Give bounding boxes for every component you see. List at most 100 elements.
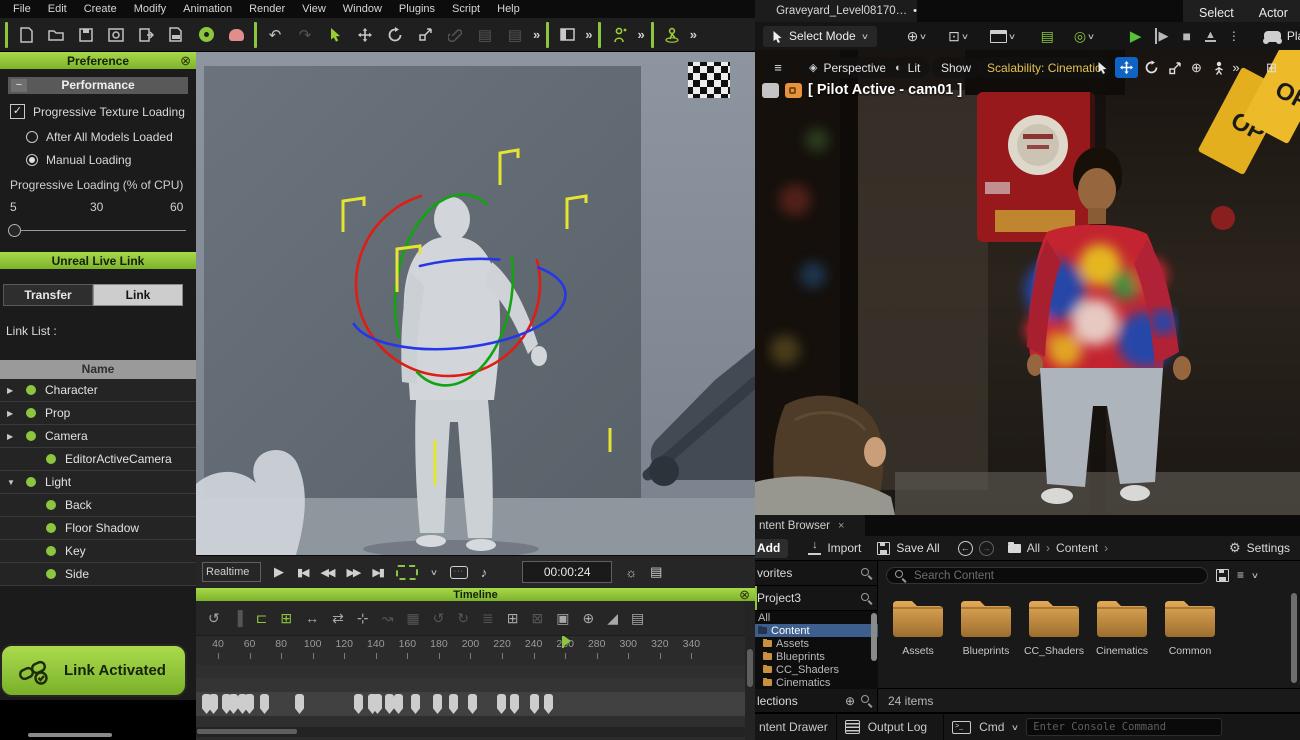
add-collection-icon[interactable]: ⊕ xyxy=(845,694,855,708)
save-all-label[interactable]: Save All xyxy=(896,541,939,555)
play-button[interactable]: ▶ xyxy=(274,564,284,580)
rotate-tool-icon[interactable] xyxy=(383,23,407,47)
show-dropdown[interactable]: Show xyxy=(931,57,981,78)
timeline-tool-icon[interactable]: ⊞ xyxy=(507,610,519,627)
keyframe-marker[interactable] xyxy=(530,694,539,714)
redo-icon[interactable]: ↷ xyxy=(293,23,317,47)
keyframe-marker[interactable] xyxy=(468,694,477,714)
tree-scrollbar-thumb[interactable] xyxy=(871,613,877,661)
keyframe-marker[interactable] xyxy=(354,694,363,714)
sequencer-button[interactable]: ▤ xyxy=(1041,28,1054,45)
tree-item-content[interactable]: Content xyxy=(755,624,878,637)
menu-create[interactable]: Create xyxy=(84,3,117,15)
ue-menu-select[interactable]: Select xyxy=(1199,6,1234,20)
checkbox-checked-icon[interactable]: ✓ xyxy=(10,104,25,119)
export-usd-icon[interactable] xyxy=(164,23,188,47)
content-manager-icon[interactable] xyxy=(104,23,128,47)
filter-icon[interactable]: ≡ xyxy=(1237,568,1244,582)
search-icon[interactable] xyxy=(861,568,872,579)
menu-render[interactable]: Render xyxy=(249,3,285,15)
panel-overflow-icon[interactable]: » xyxy=(585,27,592,42)
render-icon[interactable] xyxy=(224,23,248,47)
timeline-tool-icon[interactable]: ⇄ xyxy=(332,610,344,627)
workspace-panel-icon[interactable] xyxy=(555,23,579,47)
blueprints-dropdown[interactable]: ⊡ ∨ xyxy=(948,28,968,45)
content-drawer-button[interactable]: ntent Drawer xyxy=(759,720,828,734)
link-activated-button[interactable]: Link Activated xyxy=(0,644,187,697)
folder-tile-assets[interactable]: Assets xyxy=(886,595,950,657)
keyframe-marker[interactable] xyxy=(433,694,442,714)
timeline-hscrollbar-thumb[interactable] xyxy=(197,729,297,734)
expand-right-icon[interactable]: ▶ xyxy=(7,409,17,418)
select-tool-icon[interactable] xyxy=(323,23,347,47)
loop-caret-icon[interactable]: ∨ xyxy=(430,568,438,577)
keyframe-marker[interactable] xyxy=(260,694,269,714)
ue-menu-actor[interactable]: Actor xyxy=(1259,6,1288,20)
tree-item-all[interactable]: All xyxy=(755,611,878,624)
link-row-side[interactable]: Side xyxy=(0,563,196,586)
keyframe-marker[interactable] xyxy=(411,694,420,714)
tree-item-cinematics[interactable]: Cinematics xyxy=(755,676,878,689)
manual-loading-option[interactable]: Manual Loading xyxy=(26,153,131,167)
loop-toggle[interactable] xyxy=(396,565,418,580)
move-tool-icon[interactable] xyxy=(353,23,377,47)
menu-script[interactable]: Script xyxy=(452,3,480,15)
export-icon[interactable] xyxy=(134,23,158,47)
link-row-back[interactable]: Back xyxy=(0,494,196,517)
expand-right-icon[interactable]: ▶ xyxy=(7,386,17,395)
link-list-name-column-header[interactable]: Name xyxy=(0,360,196,379)
performance-section-header[interactable]: − Performance xyxy=(8,77,188,94)
collapse-icon[interactable]: − xyxy=(11,79,27,92)
perspective-dropdown[interactable]: ◈ Perspective xyxy=(799,57,896,78)
menu-animation[interactable]: Animation xyxy=(183,3,232,15)
breadcrumb-content[interactable]: Content xyxy=(1056,541,1098,555)
expand-down-icon[interactable]: ▼ xyxy=(7,478,17,487)
timeline-tool-icon[interactable]: ▤ xyxy=(631,610,644,627)
link-row-key[interactable]: Key xyxy=(0,540,196,563)
frame-skip-button[interactable]: ▶ xyxy=(1155,28,1168,44)
omniverse-icon[interactable] xyxy=(194,23,218,47)
viewport-options-menu[interactable]: ≡ xyxy=(763,57,793,78)
timeline-tool-icon[interactable]: ⊏ xyxy=(256,610,268,627)
keyframe-marker[interactable] xyxy=(295,694,304,714)
ue-level-tab[interactable]: Graveyard_Level08170… • xyxy=(755,0,917,22)
play-options-icon[interactable]: ⋮ xyxy=(1228,29,1240,43)
chevron-down-icon[interactable]: ∨ xyxy=(1011,723,1019,732)
menu-window[interactable]: Window xyxy=(343,3,382,15)
previous-frame-button[interactable]: ◀◀ xyxy=(321,566,334,579)
save-search-icon[interactable] xyxy=(1216,569,1229,582)
import-label[interactable]: Import xyxy=(827,541,861,555)
project-section[interactable]: Project3 xyxy=(755,586,878,611)
go-to-start-button[interactable]: ▮◀ xyxy=(297,566,308,579)
menu-modify[interactable]: Modify xyxy=(134,3,166,15)
play-in-editor-button[interactable]: ▶ xyxy=(1130,27,1142,45)
forward-button[interactable]: → xyxy=(979,541,994,556)
search-icon[interactable] xyxy=(861,695,872,706)
surface-snap-toggle[interactable] xyxy=(1207,57,1230,78)
favorites-section[interactable]: vorites xyxy=(755,561,878,586)
audio-note-icon[interactable]: ♪ xyxy=(481,565,488,580)
viewport-layout-toggle[interactable]: ⊞ xyxy=(1260,57,1283,78)
next-frame-button[interactable]: ▶▶ xyxy=(346,566,359,579)
hotkey-panel-icon[interactable]: ▤ xyxy=(650,564,662,580)
output-log-button[interactable]: Output Log xyxy=(868,720,927,734)
keyframe-marker[interactable] xyxy=(449,694,458,714)
toolbar-overflow-icon[interactable]: » xyxy=(533,27,540,42)
menu-plugins[interactable]: Plugins xyxy=(399,3,435,15)
timeline-tool-icon[interactable]: ⊹ xyxy=(357,610,369,627)
console-command-input[interactable] xyxy=(1026,718,1222,736)
keyframe-track[interactable] xyxy=(196,692,745,716)
tree-item-blueprints[interactable]: Blueprints xyxy=(755,650,878,663)
collections-section[interactable]: lections ⊕ xyxy=(755,689,878,712)
undo-icon[interactable]: ↶ xyxy=(263,23,287,47)
menu-edit[interactable]: Edit xyxy=(48,3,67,15)
select-mode-dropdown[interactable]: Select Mode ∨ xyxy=(763,26,877,47)
link-row-light[interactable]: ▼ Light xyxy=(0,471,196,494)
timecode-display[interactable]: 00:00:24 xyxy=(522,561,612,583)
timeline-playhead[interactable] xyxy=(562,636,564,648)
search-content-bar[interactable] xyxy=(886,567,1208,584)
go-to-end-button[interactable]: ▶▮ xyxy=(372,566,383,579)
eject-button[interactable]: ▲ xyxy=(1205,30,1216,42)
keyframe-marker[interactable] xyxy=(229,694,238,714)
menu-help[interactable]: Help xyxy=(497,3,520,15)
